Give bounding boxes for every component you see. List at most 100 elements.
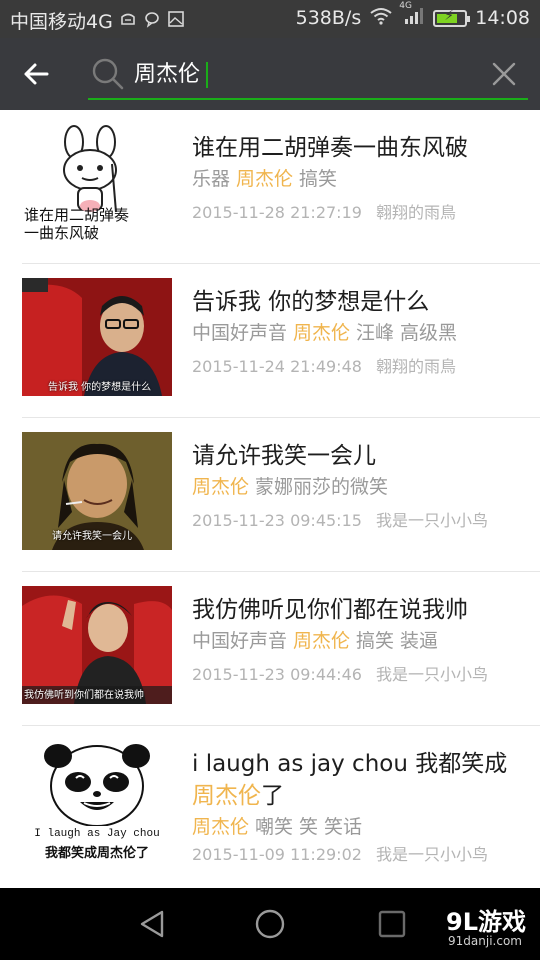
thumbnail: 我仿佛听到你们都在说我帅 <box>22 586 172 704</box>
thumbnail: 请允许我笑一会儿 <box>22 432 172 550</box>
item-tags: 周杰伦 嘲笑笑笑话 <box>192 812 520 842</box>
tag[interactable]: 汪峰 <box>356 322 394 344</box>
network-type: 4G <box>399 1 412 11</box>
tag[interactable]: 嘲笑 <box>255 816 293 838</box>
nav-recents-button[interactable] <box>374 906 410 942</box>
image-icon <box>167 10 185 32</box>
watermark-logo: 9L游戏 <box>446 908 526 936</box>
item-author: 我是一只小小鸟 <box>375 511 488 530</box>
item-tags: 中国好声音 周杰伦 搞笑 装逼 <box>192 626 520 656</box>
search-underline <box>88 98 528 100</box>
triangle-back-icon <box>140 910 164 938</box>
thumbnail-caption: 告诉我 你的梦想是什么 <box>48 382 152 393</box>
item-tags: 乐器 周杰伦 搞笑 <box>192 164 520 194</box>
tag[interactable]: 蒙娜丽莎的微笑 <box>255 476 388 498</box>
item-tags: 中国好声音 周杰伦 汪峰 高级黑 <box>192 318 520 348</box>
result-list: 谁在用二胡弹奏一曲东风破 谁在用二胡弹奏一曲东风破 乐器 周杰伦 搞笑 2015-1… <box>0 110 540 888</box>
rabbit-meme-image <box>63 125 117 213</box>
tag[interactable]: 搞笑 <box>299 168 337 190</box>
search-box[interactable]: 周杰伦 <box>88 52 528 100</box>
tag[interactable]: 装逼 <box>400 630 438 652</box>
list-item[interactable]: I laugh as Jay chou 我都笑成周杰伦了 i laugh as … <box>22 726 540 886</box>
item-author: 翱翔的雨鳥 <box>375 357 456 376</box>
item-info: i laugh as jay chou 我都笑成 周杰伦了 周杰伦 嘲笑笑笑话 2… <box>192 748 520 868</box>
navigation-bar: 9L游戏 91danji.com <box>0 888 540 960</box>
title-tail: 了 <box>261 783 284 809</box>
clear-search-button[interactable] <box>488 58 520 90</box>
list-item[interactable]: 我仿佛听到你们都在说我帅 我仿佛听见你们都在说我帅 中国好声音 周杰伦 搞笑 装逼 2… <box>22 572 540 726</box>
thumbnail: I laugh as Jay chou 我都笑成周杰伦了 <box>22 742 172 860</box>
back-button[interactable] <box>18 56 54 92</box>
title-highlight: 周杰伦 <box>192 783 261 809</box>
thumbnail-caption: 请允许我笑一会儿 <box>52 531 132 542</box>
nav-back-button[interactable] <box>134 906 170 942</box>
item-author: 翱翔的雨鳥 <box>375 203 456 222</box>
thumbnail: 谁在用二胡弹奏一曲东风破 <box>22 124 172 242</box>
item-meta: 2015-11-09 11:29:02 我是一只小小鸟 <box>192 842 520 868</box>
item-tags: 周杰伦 蒙娜丽莎的微笑 <box>192 472 520 502</box>
status-right: 538B/s 4G ⚡ 14:08 <box>295 1 530 29</box>
tag[interactable]: 笑话 <box>324 816 362 838</box>
item-author: 我是一只小小鸟 <box>375 845 488 864</box>
status-bar: 中国移动4G 538B/s 4G ⚡ 14:08 <box>0 0 540 38</box>
item-title: 请允许我笑一会儿 <box>192 443 376 469</box>
clock: 14:08 <box>475 7 530 29</box>
thumbnail-caption-en: I laugh as Jay chou <box>34 828 160 840</box>
item-meta: 2015-11-23 09:45:15 我是一只小小鸟 <box>192 508 520 534</box>
watermark-site: 91danji.com <box>448 934 522 948</box>
item-meta: 2015-11-28 21:27:19 翱翔的雨鳥 <box>192 200 520 226</box>
item-title: 我仿佛听见你们都在说我帅 <box>192 597 468 623</box>
list-item[interactable]: 谁在用二胡弹奏一曲东风破 谁在用二胡弹奏一曲东风破 乐器 周杰伦 搞笑 2015-1… <box>22 110 540 264</box>
item-date: 2015-11-24 21:49:48 <box>192 357 362 376</box>
close-icon <box>492 62 516 86</box>
tag[interactable]: 笑 <box>299 816 318 838</box>
thumbnail: 告诉我 你的梦想是什么 <box>22 278 172 396</box>
search-input[interactable]: 周杰伦 <box>134 56 474 94</box>
network-speed: 538B/s <box>295 7 362 29</box>
tag-highlight[interactable]: 周杰伦 <box>293 322 350 344</box>
tag[interactable]: 中国好声音 <box>192 322 287 344</box>
search-header: 周杰伦 <box>0 38 540 110</box>
item-author: 我是一只小小鸟 <box>375 665 488 684</box>
tag[interactable]: 中国好声音 <box>192 630 287 652</box>
item-title: 谁在用二胡弹奏一曲东风破 <box>192 135 468 161</box>
thumbnail-caption: 我都笑成周杰伦了 <box>44 846 149 860</box>
text-caret <box>206 62 208 88</box>
item-date: 2015-11-23 09:45:15 <box>192 511 362 530</box>
square-recents-icon <box>378 910 406 938</box>
back-arrow-icon <box>24 63 49 85</box>
tag[interactable]: 搞笑 <box>356 630 394 652</box>
status-left: 中国移动4G <box>10 7 185 34</box>
panda-meme-image <box>44 744 150 827</box>
item-meta: 2015-11-23 09:44:46 我是一只小小鸟 <box>192 662 520 688</box>
item-title: 告诉我 你的梦想是什么 <box>192 289 430 315</box>
list-item[interactable]: 告诉我 你的梦想是什么 告诉我 你的梦想是什么 中国好声音 周杰伦 汪峰 高级黑 20… <box>22 264 540 418</box>
thumbnail-caption: 谁在用二胡弹奏一曲东风破 <box>24 206 130 242</box>
item-info: 我仿佛听见你们都在说我帅 中国好声音 周杰伦 搞笑 装逼 2015-11-23 09:… <box>192 594 520 688</box>
search-icon <box>92 58 124 90</box>
item-info: 谁在用二胡弹奏一曲东风破 乐器 周杰伦 搞笑 2015-11-28 21:27:19… <box>192 132 520 226</box>
item-info: 告诉我 你的梦想是什么 中国好声音 周杰伦 汪峰 高级黑 2015-11-24 21:… <box>192 286 520 380</box>
tag-highlight[interactable]: 周杰伦 <box>192 476 249 498</box>
tag-highlight[interactable]: 周杰伦 <box>192 816 249 838</box>
item-date: 2015-11-09 11:29:02 <box>192 845 362 864</box>
nav-home-button[interactable] <box>252 906 288 942</box>
item-title: i laugh as jay chou 我都笑成 周杰伦了 <box>192 748 520 812</box>
tag[interactable]: 高级黑 <box>400 322 457 344</box>
title-text: i laugh as jay chou 我都笑成 <box>192 751 508 777</box>
item-date: 2015-11-28 21:27:19 <box>192 203 362 222</box>
item-info: 请允许我笑一会儿 周杰伦 蒙娜丽莎的微笑 2015-11-23 09:45:15 我… <box>192 440 520 534</box>
tag-highlight[interactable]: 周杰伦 <box>236 168 293 190</box>
tag[interactable]: 乐器 <box>192 168 230 190</box>
carrier-label: 中国移动4G <box>10 11 113 33</box>
wifi-icon <box>369 7 393 29</box>
battery-icon: ⚡ <box>433 8 471 27</box>
list-item[interactable]: 请允许我笑一会儿 请允许我笑一会儿 周杰伦 蒙娜丽莎的微笑 2015-11-23 … <box>22 418 540 572</box>
item-meta: 2015-11-24 21:49:48 翱翔的雨鳥 <box>192 354 520 380</box>
signal-icon: 4G <box>399 1 425 29</box>
item-date: 2015-11-23 09:44:46 <box>192 665 362 684</box>
circle-home-icon <box>255 909 285 939</box>
tag-highlight[interactable]: 周杰伦 <box>293 630 350 652</box>
thumbnail-caption: 我仿佛听到你们都在说我帅 <box>24 690 144 701</box>
message-icon <box>143 10 161 32</box>
